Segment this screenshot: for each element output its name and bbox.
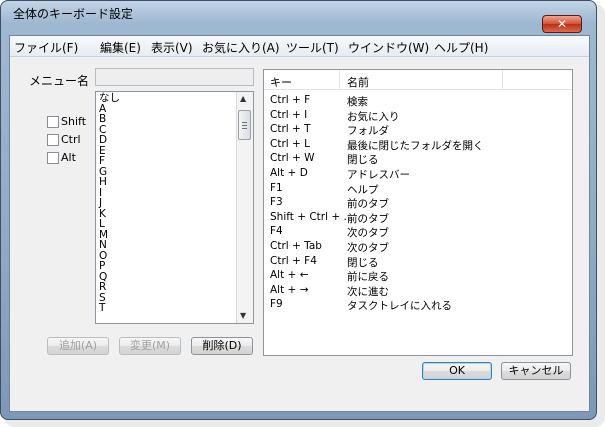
key-list-item[interactable]: J (99, 198, 120, 209)
table-row[interactable]: Ctrl + I お気に入り (264, 109, 572, 123)
shortcut-key-cell: F9 (270, 298, 283, 311)
menu-window[interactable]: ウインドウ(W) (348, 39, 429, 56)
command-name-cell: ヘルプ (347, 183, 379, 196)
close-button[interactable]: ✕ (542, 15, 582, 33)
scroll-thumb[interactable] (238, 110, 251, 140)
table-row[interactable]: F1 ヘルプ (264, 182, 572, 196)
key-list-item[interactable]: なし (99, 93, 120, 104)
shortcut-key-cell: Ctrl + I (270, 108, 308, 121)
menu-bar: ファイル(F) 編集(E) 表示(V) お気に入り(A) ツール(T) ウインド… (10, 36, 589, 57)
shift-label: Shift (61, 115, 87, 128)
command-name-cell: 前に戻る (347, 271, 389, 284)
alt-checkbox[interactable] (47, 152, 59, 164)
table-row[interactable]: Ctrl + W 閉じる (264, 152, 572, 166)
command-name-cell: アドレスバー (347, 169, 410, 181)
shortcut-key-cell: Alt + → (270, 283, 309, 296)
shortcut-key-cell: Alt + ← (270, 269, 309, 282)
column-separator (339, 70, 340, 89)
grip-line (242, 122, 247, 123)
column-header-name[interactable]: 名前 (347, 74, 369, 90)
shortcut-key-cell: Ctrl + F4 (270, 254, 317, 267)
menu-tools[interactable]: ツール(T) (286, 39, 339, 56)
command-name-cell: 検索 (347, 96, 368, 108)
menu-name-field (95, 68, 254, 86)
column-header-key[interactable]: キー (270, 74, 292, 90)
table-row[interactable]: Alt + → 次に進む (264, 284, 572, 298)
key-list-item[interactable]: B (99, 114, 120, 125)
table-header: キー 名前 (264, 70, 572, 90)
shortcut-key-cell: F1 (270, 181, 283, 194)
table-row[interactable]: Ctrl + T フォルダ (264, 123, 572, 137)
shortcut-key-cell: Shift + Ctrl + ... (270, 210, 354, 223)
menu-file[interactable]: ファイル(F) (14, 39, 78, 56)
scroll-down-arrow-icon[interactable]: ▼ (240, 311, 246, 320)
shift-checkbox[interactable] (47, 116, 59, 128)
key-list-item[interactable]: P (99, 261, 120, 272)
menu-help[interactable]: ヘルプ(H) (434, 39, 488, 56)
key-list-scrollbar[interactable]: ▲ ▼ (236, 92, 253, 323)
command-name-cell: 次のタブ (347, 227, 389, 240)
shortcut-key-cell: Ctrl + F (270, 94, 311, 106)
key-list-item[interactable]: L (99, 219, 120, 230)
key-list-item[interactable]: H (99, 177, 120, 188)
key-list-item[interactable]: R (99, 282, 120, 293)
command-name-cell: タスクトレイに入れる (347, 300, 452, 313)
table-row[interactable]: Ctrl + Tab 次のタブ (264, 240, 572, 254)
ctrl-checkbox[interactable] (47, 134, 59, 146)
alt-label: Alt (61, 151, 76, 164)
key-list-item[interactable]: I (99, 187, 120, 199)
table-row[interactable]: Shift + Ctrl + ... 前のタブ (264, 211, 572, 225)
command-name-cell: 閉じる (347, 154, 379, 167)
table-row[interactable]: F9 タスクトレイに入れる (264, 298, 572, 312)
key-list-item[interactable]: F (99, 156, 120, 167)
shortcut-key-cell: F4 (270, 225, 283, 238)
shortcut-key-cell: Ctrl + Tab (270, 240, 322, 252)
scroll-up-arrow-icon[interactable]: ▲ (240, 94, 246, 103)
command-name-cell: フォルダ (347, 125, 389, 138)
add-button[interactable]: 追加(A) (47, 337, 109, 355)
table-row[interactable]: Ctrl + L 最後に閉じたフォルダを開く (264, 138, 572, 152)
command-name-cell: お気に入り (347, 110, 400, 123)
command-name-cell: 閉じる (347, 256, 379, 269)
menu-view[interactable]: 表示(V) (151, 39, 193, 56)
table-row[interactable]: Alt + ← 前に戻る (264, 269, 572, 283)
shortcut-key-cell: Alt + D (270, 167, 308, 179)
shortcut-key-cell: Ctrl + T (270, 123, 311, 136)
shortcut-table: キー 名前 Ctrl + F 検索 Ctrl + I お気に入り Ctrl + T フォル… (263, 69, 573, 356)
window-title: 全体のキーボード設定 (13, 7, 134, 21)
grip-line (242, 128, 247, 129)
key-list-item[interactable]: N (99, 240, 120, 251)
key-listbox[interactable]: なし A B C D E F G H I J K L M N O P Q R S T ▲ ▼ (95, 91, 254, 324)
key-list: なし A B C D E F G H I J K L M N O P Q R S T (99, 93, 120, 314)
change-button[interactable]: 変更(M) (119, 337, 181, 355)
command-name-cell: 最後に閉じたフォルダを開く (347, 139, 484, 152)
table-row[interactable]: Alt + D アドレスバー (264, 167, 572, 181)
column-separator (502, 70, 503, 89)
cancel-button[interactable]: キャンセル (501, 362, 571, 380)
table-row[interactable]: F3 前のタブ (264, 196, 572, 210)
grip-line (242, 125, 247, 126)
table-row[interactable]: Ctrl + F4 閉じる (264, 255, 572, 269)
shortcut-key-cell: Ctrl + W (270, 152, 315, 165)
delete-button[interactable]: 削除(D) (191, 337, 253, 355)
menu-name-label: メニュー名 (29, 74, 90, 88)
shortcut-key-cell: Ctrl + L (270, 137, 311, 150)
ctrl-label: Ctrl (61, 133, 81, 146)
command-name-cell: 前のタブ (347, 212, 389, 225)
menu-edit[interactable]: 編集(E) (100, 39, 141, 56)
dialog-client-area: ファイル(F) 編集(E) 表示(V) お気に入り(A) ツール(T) ウインド… (9, 35, 590, 412)
key-list-item[interactable]: T (99, 303, 120, 314)
ok-button[interactable]: OK (422, 362, 492, 380)
dialog-window: 全体のキーボード設定 ✕ ファイル(F) 編集(E) 表示(V) お気に入り(A… (0, 0, 597, 420)
command-name-cell: 次のタブ (347, 242, 389, 254)
command-name-cell: 前のタブ (347, 198, 389, 211)
key-list-item[interactable]: D (99, 135, 120, 146)
shortcut-key-cell: F3 (270, 196, 283, 209)
table-row[interactable]: F4 次のタブ (264, 225, 572, 239)
menu-favorites[interactable]: お気に入り(A) (202, 39, 280, 56)
table-row[interactable]: Ctrl + F 検索 (264, 94, 572, 108)
command-name-cell: 次に進む (347, 285, 389, 298)
